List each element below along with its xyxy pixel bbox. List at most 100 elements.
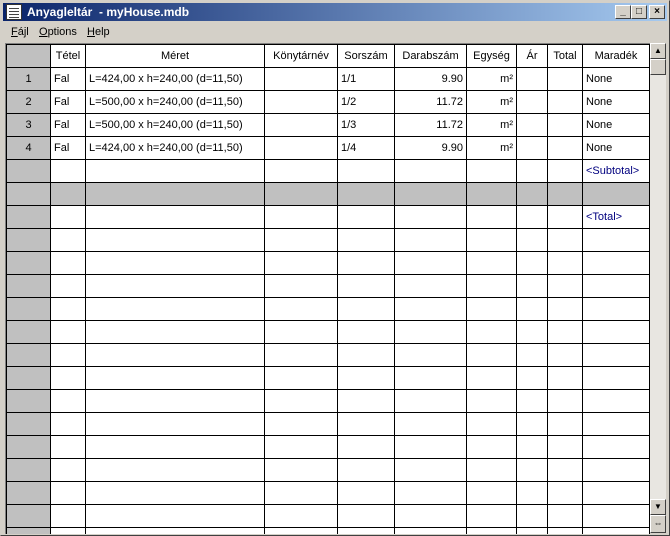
- cell-egyseg[interactable]: m²: [466, 113, 517, 137]
- empty-cell[interactable]: [547, 481, 583, 505]
- empty-row[interactable]: [6, 228, 650, 252]
- col-header-konyvtarnev[interactable]: Könytárnév: [264, 44, 338, 68]
- empty-cell[interactable]: [582, 343, 650, 367]
- empty-cell[interactable]: [264, 205, 338, 229]
- row-header[interactable]: [6, 481, 51, 505]
- empty-row[interactable]: [6, 481, 650, 505]
- empty-cell[interactable]: [85, 205, 265, 229]
- empty-cell[interactable]: [50, 389, 86, 413]
- empty-cell[interactable]: [547, 320, 583, 344]
- empty-cell[interactable]: [337, 481, 395, 505]
- empty-cell[interactable]: [337, 366, 395, 390]
- cell-tetel[interactable]: Fal: [50, 67, 86, 91]
- empty-cell[interactable]: [466, 527, 517, 534]
- cell-egyseg[interactable]: m²: [466, 67, 517, 91]
- col-header-egyseg[interactable]: Egység: [466, 44, 517, 68]
- empty-cell[interactable]: [582, 527, 650, 534]
- cell-ar[interactable]: [516, 113, 548, 137]
- empty-row[interactable]: [6, 527, 650, 534]
- empty-cell[interactable]: [85, 458, 265, 482]
- row-header[interactable]: [6, 504, 51, 528]
- col-header-total[interactable]: Total: [547, 44, 583, 68]
- empty-cell[interactable]: [516, 504, 548, 528]
- cell-total[interactable]: [547, 136, 583, 160]
- cell-maradek[interactable]: None: [582, 67, 650, 91]
- col-header-ar[interactable]: Ár: [516, 44, 548, 68]
- empty-cell[interactable]: [394, 343, 467, 367]
- empty-cell[interactable]: [547, 343, 583, 367]
- empty-cell[interactable]: [582, 274, 650, 298]
- scroll-up-arrow-icon[interactable]: ▲: [650, 43, 666, 59]
- empty-cell[interactable]: [394, 504, 467, 528]
- empty-cell[interactable]: [516, 481, 548, 505]
- empty-cell[interactable]: [50, 343, 86, 367]
- empty-cell[interactable]: [516, 389, 548, 413]
- empty-cell[interactable]: [394, 527, 467, 534]
- empty-cell[interactable]: [582, 366, 650, 390]
- menu-file[interactable]: Fájl: [11, 26, 29, 38]
- col-header-tetel[interactable]: Tétel: [50, 44, 86, 68]
- empty-cell[interactable]: [337, 159, 395, 183]
- empty-cell[interactable]: [394, 435, 467, 459]
- empty-cell[interactable]: [50, 297, 86, 321]
- empty-cell[interactable]: [264, 366, 338, 390]
- empty-cell[interactable]: [85, 320, 265, 344]
- empty-cell[interactable]: [516, 297, 548, 321]
- empty-cell[interactable]: [85, 435, 265, 459]
- empty-cell[interactable]: [264, 481, 338, 505]
- empty-cell[interactable]: [50, 320, 86, 344]
- empty-cell[interactable]: [466, 343, 517, 367]
- empty-cell[interactable]: [264, 458, 338, 482]
- cell-ar[interactable]: [516, 90, 548, 114]
- menu-options[interactable]: Options: [39, 26, 77, 38]
- cell-meret[interactable]: L=500,00 x h=240,00 (d=11,50): [85, 113, 265, 137]
- cell-maradek[interactable]: None: [582, 136, 650, 160]
- empty-cell[interactable]: [337, 228, 395, 252]
- empty-cell[interactable]: [85, 159, 265, 183]
- empty-row[interactable]: [6, 504, 650, 528]
- empty-cell[interactable]: [516, 412, 548, 436]
- close-button[interactable]: ×: [649, 5, 665, 19]
- empty-cell[interactable]: [85, 251, 265, 275]
- empty-cell[interactable]: [264, 251, 338, 275]
- scroll-thumb[interactable]: [650, 59, 666, 75]
- empty-row[interactable]: [6, 458, 650, 482]
- row-header[interactable]: 4: [6, 136, 51, 160]
- empty-cell[interactable]: [547, 205, 583, 229]
- row-header[interactable]: [6, 458, 51, 482]
- empty-cell[interactable]: [85, 297, 265, 321]
- empty-cell[interactable]: [466, 412, 517, 436]
- col-header-maradek[interactable]: Maradék: [582, 44, 650, 68]
- row-header[interactable]: [6, 274, 51, 298]
- cell-tetel[interactable]: Fal: [50, 113, 86, 137]
- empty-cell[interactable]: [264, 343, 338, 367]
- empty-cell[interactable]: [516, 366, 548, 390]
- empty-cell[interactable]: [466, 274, 517, 298]
- empty-cell[interactable]: [264, 435, 338, 459]
- empty-cell[interactable]: [516, 228, 548, 252]
- row-header[interactable]: [6, 320, 51, 344]
- empty-cell[interactable]: [466, 297, 517, 321]
- empty-cell[interactable]: [337, 412, 395, 436]
- total-label[interactable]: <Total>: [582, 205, 650, 229]
- row-header[interactable]: [6, 435, 51, 459]
- empty-cell[interactable]: [582, 251, 650, 275]
- empty-cell[interactable]: [466, 159, 517, 183]
- empty-cell[interactable]: [394, 412, 467, 436]
- empty-cell[interactable]: [466, 228, 517, 252]
- scroll-down-arrow-icon[interactable]: ▼: [650, 499, 666, 515]
- empty-cell[interactable]: [337, 320, 395, 344]
- horizontal-resize-icon[interactable]: ⇔: [650, 515, 666, 533]
- empty-cell[interactable]: [50, 251, 86, 275]
- row-header[interactable]: [6, 343, 51, 367]
- cell-darabszam[interactable]: 9.90: [394, 67, 467, 91]
- cell-konyvtarnev[interactable]: [264, 67, 338, 91]
- empty-cell[interactable]: [264, 412, 338, 436]
- empty-cell[interactable]: [85, 228, 265, 252]
- maximize-button[interactable]: □: [631, 5, 647, 19]
- empty-cell[interactable]: [264, 527, 338, 534]
- empty-cell[interactable]: [50, 412, 86, 436]
- empty-row[interactable]: [6, 389, 650, 413]
- empty-cell[interactable]: [516, 274, 548, 298]
- empty-cell[interactable]: [394, 320, 467, 344]
